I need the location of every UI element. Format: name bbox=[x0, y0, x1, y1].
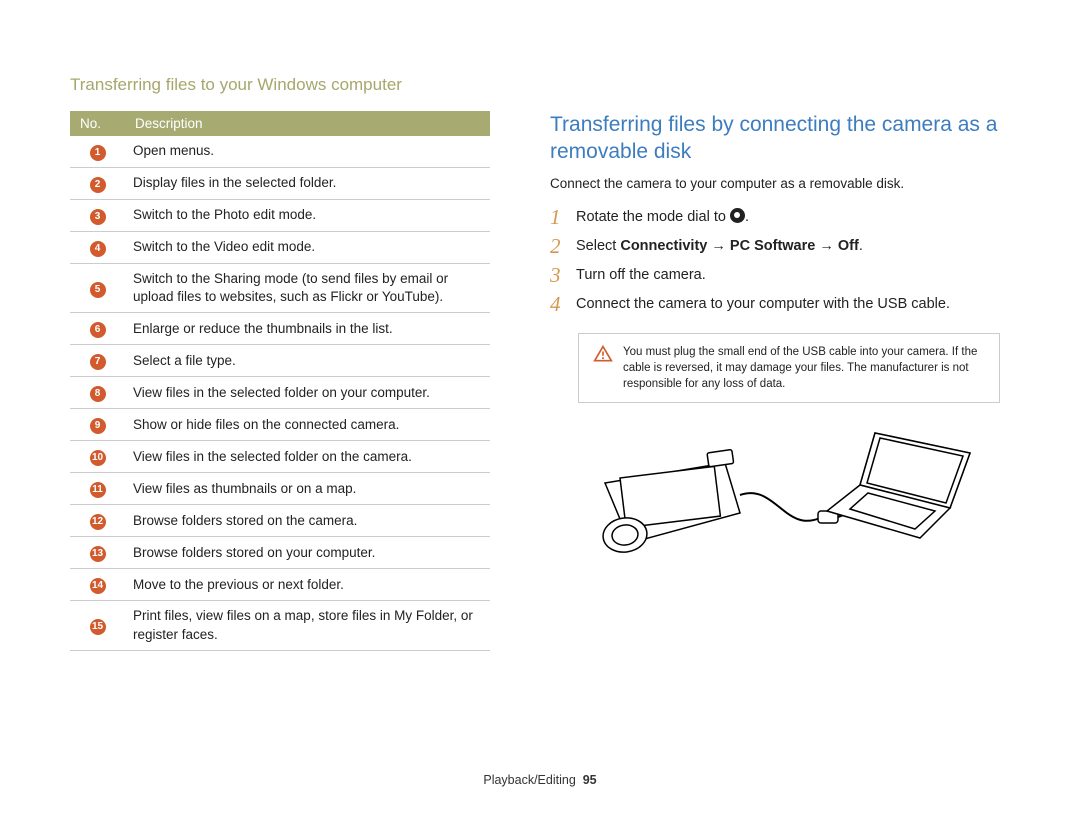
left-column: No. Description 1 Open menus. 2 Display fi… bbox=[70, 111, 490, 651]
row-description: Move to the previous or next folder. bbox=[125, 569, 490, 601]
row-description: Switch to the Sharing mode (to send file… bbox=[125, 264, 490, 313]
footer-section: Playback/Editing bbox=[483, 773, 575, 787]
table-row: 7 Select a file type. bbox=[70, 345, 490, 377]
step-text-fragment: → bbox=[815, 238, 838, 254]
row-number-badge: 12 bbox=[90, 514, 106, 530]
step-item: 1 Rotate the mode dial to . bbox=[550, 207, 1000, 228]
row-number-badge: 9 bbox=[90, 418, 106, 434]
step-bold-fragment: Off bbox=[838, 238, 859, 254]
table-row: 10 View files in the selected folder on t… bbox=[70, 441, 490, 473]
mode-dial-icon bbox=[730, 208, 745, 223]
step-text-fragment: Rotate the mode dial to bbox=[576, 209, 730, 225]
row-description: Show or hide files on the connected came… bbox=[125, 409, 490, 441]
step-bold-fragment: PC Software bbox=[730, 238, 815, 254]
table-row: 8 View files in the selected folder on yo… bbox=[70, 377, 490, 409]
table-row: 5 Switch to the Sharing mode (to send fil… bbox=[70, 264, 490, 313]
row-number-badge: 6 bbox=[90, 322, 106, 338]
row-number-badge: 1 bbox=[90, 145, 106, 161]
table-row: 9 Show or hide files on the connected cam… bbox=[70, 409, 490, 441]
row-description: View files in the selected folder on you… bbox=[125, 377, 490, 409]
row-number-badge: 5 bbox=[90, 282, 106, 298]
step-item: 2 Select Connectivity → PC Software → Of… bbox=[550, 236, 1000, 257]
step-number: 1 bbox=[550, 207, 566, 228]
table-row: 11 View files as thumbnails or on a map. bbox=[70, 473, 490, 505]
step-number: 4 bbox=[550, 294, 566, 315]
step-text: Turn off the camera. bbox=[576, 265, 1000, 285]
table-row: 2 Display files in the selected folder. bbox=[70, 168, 490, 200]
row-number-badge: 11 bbox=[90, 482, 106, 498]
row-description: Enlarge or reduce the thumbnails in the … bbox=[125, 313, 490, 345]
row-number-badge: 8 bbox=[90, 386, 106, 402]
row-description: Select a file type. bbox=[125, 345, 490, 377]
row-description: View files in the selected folder on the… bbox=[125, 441, 490, 473]
row-number-badge: 14 bbox=[90, 578, 106, 594]
row-description: Browse folders stored on your computer. bbox=[125, 537, 490, 569]
page-footer: Playback/Editing 95 bbox=[0, 773, 1080, 787]
row-number-badge: 4 bbox=[90, 241, 106, 257]
table-row: 13 Browse folders stored on your computer… bbox=[70, 537, 490, 569]
table-row: 14 Move to the previous or next folder. bbox=[70, 569, 490, 601]
table-header-description: Description bbox=[125, 111, 490, 136]
warning-text: You must plug the small end of the USB c… bbox=[623, 344, 985, 392]
row-description: Print files, view files on a map, store … bbox=[125, 601, 490, 650]
right-column: Transferring files by connecting the cam… bbox=[550, 111, 1000, 651]
table-row: 1 Open menus. bbox=[70, 136, 490, 168]
row-description: Browse folders stored on the camera. bbox=[125, 505, 490, 537]
table-row: 4 Switch to the Video edit mode. bbox=[70, 232, 490, 264]
steps-list: 1 Rotate the mode dial to . 2 Select Con… bbox=[550, 207, 1000, 315]
warning-icon bbox=[593, 344, 613, 364]
step-item: 4 Connect the camera to your computer wi… bbox=[550, 294, 1000, 315]
table-row: 12 Browse folders stored on the camera. bbox=[70, 505, 490, 537]
step-text-fragment: . bbox=[859, 238, 863, 254]
row-description: Open menus. bbox=[125, 136, 490, 168]
row-description: Switch to the Video edit mode. bbox=[125, 232, 490, 264]
table-row: 6 Enlarge or reduce the thumbnails in the… bbox=[70, 313, 490, 345]
page-heading: Transferring files to your Windows compu… bbox=[70, 75, 1010, 95]
description-table: No. Description 1 Open menus. 2 Display fi… bbox=[70, 111, 490, 651]
step-text: Rotate the mode dial to . bbox=[576, 207, 1000, 227]
step-text: Connect the camera to your computer with… bbox=[576, 294, 1000, 314]
table-header-no: No. bbox=[70, 111, 125, 136]
row-number-badge: 15 bbox=[90, 619, 106, 635]
warning-box: You must plug the small end of the USB c… bbox=[578, 333, 1000, 403]
step-text: Select Connectivity → PC Software → Off. bbox=[576, 236, 1000, 256]
section-title: Transferring files by connecting the cam… bbox=[550, 111, 1000, 166]
row-number-badge: 13 bbox=[90, 546, 106, 562]
row-description: Switch to the Photo edit mode. bbox=[125, 200, 490, 232]
step-text-fragment: . bbox=[745, 209, 749, 225]
two-column-layout: No. Description 1 Open menus. 2 Display fi… bbox=[70, 111, 1010, 651]
row-description: Display files in the selected folder. bbox=[125, 168, 490, 200]
row-number-badge: 7 bbox=[90, 354, 106, 370]
step-bold-fragment: Connectivity bbox=[620, 238, 707, 254]
camera-laptop-illustration bbox=[550, 423, 1000, 583]
step-text-fragment: → bbox=[707, 238, 730, 254]
table-row: 15 Print files, view files on a map, stor… bbox=[70, 601, 490, 650]
step-number: 3 bbox=[550, 265, 566, 286]
step-number: 2 bbox=[550, 236, 566, 257]
row-number-badge: 10 bbox=[90, 450, 106, 466]
row-number-badge: 3 bbox=[90, 209, 106, 225]
row-description: View files as thumbnails or on a map. bbox=[125, 473, 490, 505]
section-intro: Connect the camera to your computer as a… bbox=[550, 176, 1000, 191]
row-number-badge: 2 bbox=[90, 177, 106, 193]
step-text-fragment: Select bbox=[576, 238, 620, 254]
footer-page-number: 95 bbox=[583, 773, 597, 787]
step-item: 3 Turn off the camera. bbox=[550, 265, 1000, 286]
table-row: 3 Switch to the Photo edit mode. bbox=[70, 200, 490, 232]
